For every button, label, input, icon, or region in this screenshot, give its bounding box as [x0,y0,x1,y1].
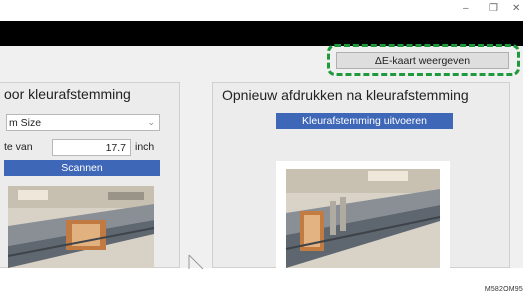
scan-button-label: Scannen [61,162,103,174]
minimize-icon[interactable]: – [463,3,469,15]
scan-button[interactable]: Scannen [4,160,160,176]
width-label: te van [4,141,33,153]
run-color-matching-button[interactable]: Kleurafstemming uitvoeren [276,113,453,129]
width-unit-label: inch [135,141,155,153]
paper-size-value: m Size [9,116,42,129]
reprint-image-preview [276,161,450,268]
run-color-matching-label: Kleurafstemming uitvoeren [302,115,427,127]
scanned-image-preview [8,186,154,268]
window-titlebar: – ❐ ✕ [0,0,523,20]
width-value: 17.7 [105,141,126,154]
figure-id: M582OM95 [484,286,523,293]
highlight-callout [327,44,520,76]
width-input[interactable]: 17.7 [52,139,131,156]
paper-size-select[interactable]: m Size ⌄ [6,114,160,131]
right-panel-title: Opnieuw afdrukken na kleurafstemming [222,87,469,103]
close-icon[interactable]: ✕ [512,3,520,15]
maximize-icon[interactable]: ❐ [489,3,498,15]
left-panel-title: oor kleurafstemming [4,86,131,102]
header-bar [0,21,523,46]
chevron-down-icon: ⌄ [147,117,155,127]
panel-separator-icon [188,254,204,270]
